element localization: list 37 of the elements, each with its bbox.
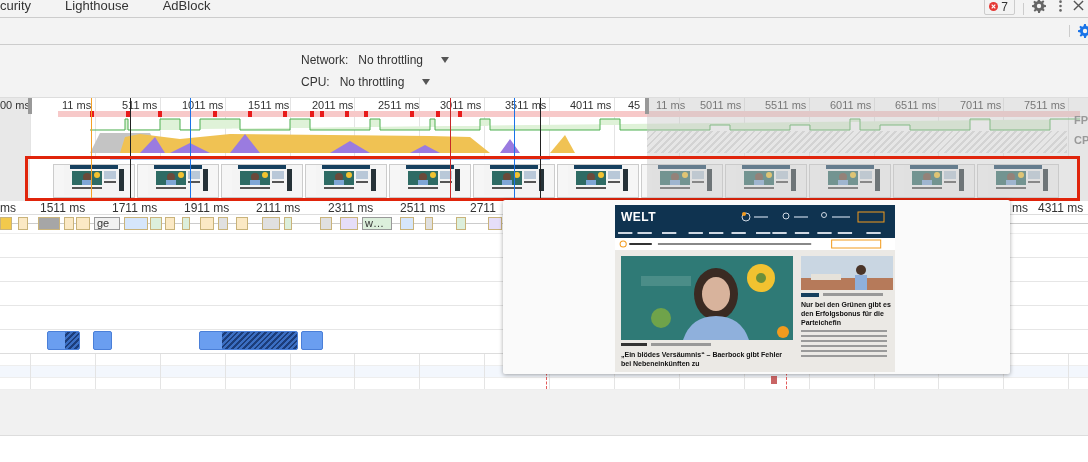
panel-tab[interactable]: curity xyxy=(0,0,54,13)
track-label: CP xyxy=(1074,134,1088,146)
time-tick-label: 5011 ms xyxy=(700,99,742,111)
time-tick-label: 6511 ms xyxy=(895,99,937,111)
time-tick-label: 11 ms xyxy=(62,99,92,111)
setting-label: CPU: xyxy=(301,75,330,89)
throttling-select[interactable]: No throttling xyxy=(339,75,431,89)
time-tick-label: 2511 ms xyxy=(400,201,446,215)
time-tick-label: 2011 ms xyxy=(312,99,354,111)
panel-tab[interactable]: AdBlock xyxy=(162,0,233,13)
setting-label: Network: xyxy=(301,53,349,67)
time-tick-label: 1511 ms xyxy=(40,201,86,215)
flame-block[interactable]: ge xyxy=(94,217,120,230)
throttling-select[interactable]: No throttling xyxy=(358,53,450,67)
time-tick-label: 4311 ms xyxy=(1038,201,1084,215)
time-tick-label: 45 xyxy=(628,99,641,111)
time-tick-label: ms xyxy=(1012,201,1028,215)
panel-tab[interactable]: Lighthouse xyxy=(65,0,151,13)
time-tick-label: 2511 ms xyxy=(378,99,420,111)
site-logo: WELT xyxy=(621,209,657,224)
flame-block[interactable]: w… xyxy=(362,217,392,230)
time-tick-label: 1511 ms xyxy=(248,99,290,111)
time-tick-label: 4011 ms xyxy=(570,99,612,111)
time-tick-label: 6011 ms xyxy=(830,99,872,111)
time-tick-label: 2311 ms xyxy=(328,201,374,215)
time-tick-label: 1711 ms xyxy=(112,201,158,215)
time-tick-label: 1911 ms xyxy=(184,201,230,215)
track-label: FP xyxy=(1074,114,1088,126)
time-tick-label: ms xyxy=(0,201,16,215)
error-count-badge[interactable]: 7 xyxy=(984,0,1015,15)
time-tick-label: 11 ms xyxy=(656,99,686,111)
time-tick-label: 7511 ms xyxy=(1024,99,1066,111)
time-tick-label: 5511 ms xyxy=(765,99,807,111)
time-tick-label: 2711 xyxy=(470,201,496,215)
time-tick-label: 2111 ms xyxy=(256,201,301,215)
time-tick-label: 7011 ms xyxy=(960,99,1002,111)
error-count: 7 xyxy=(1001,0,1008,14)
